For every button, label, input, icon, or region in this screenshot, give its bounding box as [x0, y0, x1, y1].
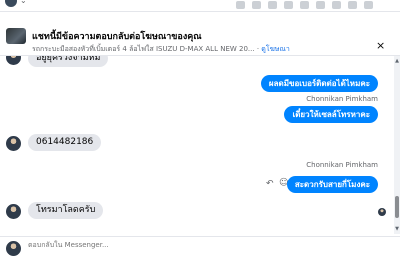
sender-name: Chonnikan Pimkham: [306, 161, 378, 169]
reply-input[interactable]: [28, 240, 328, 250]
message-bubble-incoming: อยู่ยุครัวงจามหม: [28, 56, 109, 67]
message-bubble-outgoing[interactable]: เดี๋ยวให้เซลล์โทรหาคะ: [284, 106, 378, 123]
contact-avatar: [6, 136, 21, 151]
ad-reply-banner: แชทนี้มีข้อความตอบกลับต่อโฆษณาของคุณ รถก…: [0, 14, 400, 56]
banner-separator: ·: [256, 45, 260, 53]
message-bubble-outgoing[interactable]: ผลดมีขอเบอร์ติดต่อได้ไหมคะ: [260, 75, 378, 92]
top-toolbar: ⌄: [0, 0, 400, 12]
message-bubble-incoming[interactable]: 0614482186: [28, 134, 102, 151]
toolbar-square-icon[interactable]: [268, 1, 277, 9]
message-thread: อยู่ยุครัวงจามหม ผลดมีขอเบอร์ติดต่อได้ไห…: [0, 56, 392, 234]
toolbar-square-icon[interactable]: [236, 1, 245, 9]
reply-icon[interactable]: ↶: [266, 180, 274, 189]
banner-subtitle-line: รถกระบะมือสองหัวที่เบิ้มเตอร์ 4 ล้อไฟใส …: [32, 44, 290, 55]
toolbar-square-icon[interactable]: [316, 1, 325, 9]
banner-title: แชทนี้มีข้อความตอบกลับต่อโฆษณาของคุณ: [32, 32, 202, 42]
view-ad-link[interactable]: ดูโฆษณา: [261, 45, 290, 53]
seen-avatar-icon: [378, 208, 386, 216]
message-bubble-incoming[interactable]: โทรมาโลดครับ: [28, 202, 104, 219]
chevron-down-icon[interactable]: ⌄: [20, 0, 27, 5]
ad-thumbnail[interactable]: [6, 28, 26, 44]
toolbar-square-icon[interactable]: [252, 1, 261, 9]
toolbar-square-icon[interactable]: [284, 1, 293, 9]
banner-subtitle: รถกระบะมือสองหัวที่เบิ้มเตอร์ 4 ล้อไฟใส …: [32, 45, 255, 53]
scrollbar[interactable]: ▲ ▼: [394, 56, 400, 234]
toolbar-square-icon[interactable]: [300, 1, 309, 9]
contact-avatar: [6, 56, 21, 65]
scrollbar-thumb[interactable]: [395, 196, 399, 218]
message-bubble-outgoing[interactable]: สะดวกรับสายกี่โมงคะ: [286, 176, 378, 193]
sender-name: Chonnikan Pimkham: [306, 95, 378, 103]
close-icon[interactable]: ×: [376, 40, 385, 51]
toolbar-square-icon[interactable]: [364, 1, 373, 9]
scroll-down-icon[interactable]: ▼: [394, 226, 400, 232]
contact-avatar[interactable]: [5, 0, 17, 7]
toolbar-square-icon[interactable]: [332, 1, 341, 9]
contact-avatar: [6, 204, 21, 219]
scroll-up-icon[interactable]: ▲: [394, 58, 400, 64]
toolbar-square-icon[interactable]: [348, 1, 357, 9]
message-composer: [0, 236, 400, 256]
user-avatar: [6, 241, 21, 256]
